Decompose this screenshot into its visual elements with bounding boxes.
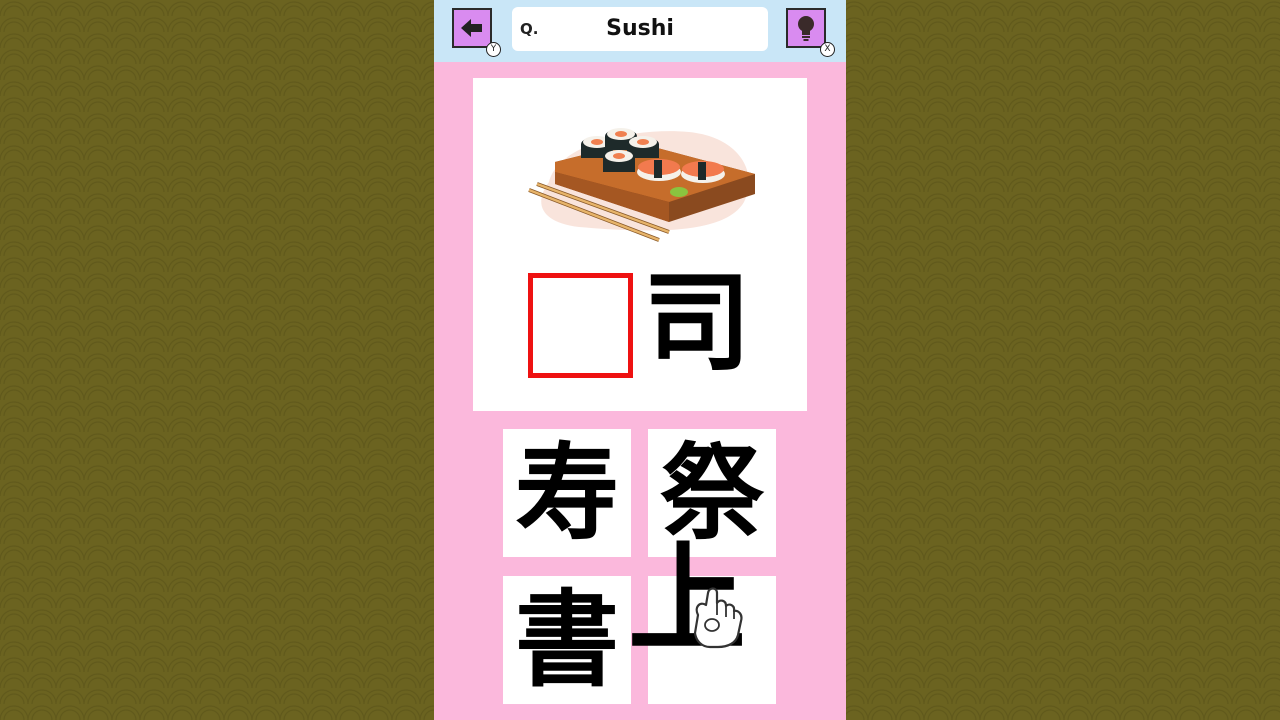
back-button[interactable]: Y [452,8,501,57]
question-card: 司 [473,78,807,411]
pointing-hand-icon [693,587,743,649]
question-word: Sushi [606,16,674,41]
x-button-badge: X [820,42,835,57]
y-button-badge: Y [486,42,501,57]
choice-tile-3[interactable]: 書 [503,576,631,704]
game-screen: Y Q. Sushi X 司 寿 祭 書 上 [434,0,846,720]
hint-button[interactable]: X [786,8,835,57]
sushi-illustration [528,128,755,242]
blank-answer-slot[interactable] [528,273,633,378]
question-box: Q. Sushi [512,7,768,51]
top-bar: Y Q. Sushi X [434,0,846,62]
given-kanji: 司 [643,261,752,386]
choice-tile-1[interactable]: 寿 [503,429,631,557]
lightbulb-icon [798,16,814,41]
left-arrow-icon [461,19,482,37]
